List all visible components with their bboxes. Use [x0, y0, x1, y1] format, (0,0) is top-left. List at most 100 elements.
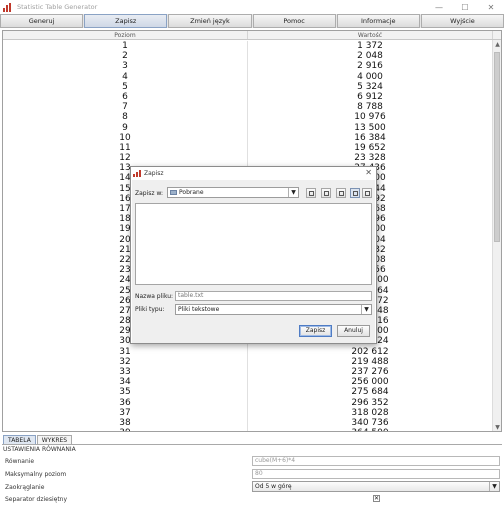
- table-row[interactable]: 9 13 500: [3, 122, 493, 133]
- dialog-close-icon[interactable]: ✕: [365, 168, 372, 177]
- dialog-body: Zapisz w: Pobrane ▼ Nazwa pliku: table.t…: [132, 180, 375, 343]
- details-view-icon: [365, 191, 370, 196]
- file-name-input[interactable]: table.txt: [175, 291, 372, 301]
- cell-level: 8: [3, 112, 248, 123]
- table-row[interactable]: 8 10 976: [3, 112, 493, 123]
- table-row[interactable]: 22 048: [3, 51, 493, 62]
- maximize-button[interactable]: ☐: [452, 0, 478, 14]
- minimize-button[interactable]: —: [426, 0, 452, 14]
- close-button[interactable]: ✕: [478, 0, 504, 14]
- table-row[interactable]: 55 324: [3, 81, 493, 92]
- decimal-separator-checkbox[interactable]: ✕: [373, 495, 380, 502]
- save-menu-button[interactable]: Zapisz: [84, 14, 168, 28]
- scroll-up-icon[interactable]: ▲: [493, 40, 501, 49]
- window-titlebar: Statistic Table Generator — ☐ ✕: [0, 0, 504, 14]
- table-row[interactable]: 38 340 736: [3, 417, 493, 429]
- cell-level: 38: [3, 417, 248, 429]
- cell-level: 5: [3, 81, 248, 92]
- cell-level: 12: [3, 153, 248, 164]
- file-list[interactable]: [135, 203, 372, 285]
- cell-level: 9: [3, 122, 248, 133]
- new-folder-icon: [339, 191, 344, 196]
- cell-value: 340 736: [248, 417, 493, 429]
- chevron-down-icon[interactable]: ▼: [489, 482, 499, 491]
- up-folder-icon: [309, 191, 314, 196]
- home-icon: [324, 191, 329, 196]
- details-view-button[interactable]: [362, 188, 372, 198]
- column-header-value[interactable]: Wartość: [248, 31, 493, 39]
- home-folder-button[interactable]: [321, 188, 331, 198]
- cell-level: 7: [3, 102, 248, 113]
- table-row[interactable]: 66 912: [3, 91, 493, 103]
- list-view-icon: [353, 191, 358, 196]
- cell-value: 364 500: [248, 428, 493, 431]
- table-row[interactable]: 10 16 384: [3, 132, 493, 143]
- scroll-down-icon[interactable]: ▼: [493, 423, 501, 431]
- info-button[interactable]: Informacje: [336, 14, 420, 28]
- menu-bar: Generuj Zapisz Zmień język Pomoc Informa…: [0, 14, 504, 28]
- table-row[interactable]: 35 275 684: [3, 387, 493, 398]
- chevron-down-icon[interactable]: ▼: [361, 305, 371, 314]
- help-button[interactable]: Pomoc: [252, 14, 336, 28]
- table-row[interactable]: 36 296 352: [3, 397, 493, 408]
- cell-value: 275 684: [248, 387, 493, 398]
- look-in-select[interactable]: Pobrane ▼: [167, 187, 299, 198]
- table-row[interactable]: 32 916: [3, 61, 493, 72]
- window-title: Statistic Table Generator: [17, 3, 98, 11]
- equation-label: Równanie: [5, 458, 35, 465]
- cell-level: 2: [3, 51, 248, 62]
- table-row[interactable]: 31 202 612: [3, 346, 493, 357]
- table-row[interactable]: 32 219 488: [3, 356, 493, 367]
- change-language-button[interactable]: Zmień język: [168, 14, 252, 28]
- cancel-button[interactable]: Anuluj: [337, 325, 370, 337]
- cell-level: 3: [3, 61, 248, 72]
- save-button[interactable]: Zapisz: [299, 325, 332, 337]
- equation-input[interactable]: cube(M+6)*4: [252, 456, 500, 466]
- rounding-label: Zaokrąglanie: [5, 484, 45, 491]
- up-folder-button[interactable]: [306, 188, 316, 198]
- generate-button[interactable]: Generuj: [0, 14, 84, 28]
- table-row[interactable]: 11 372: [3, 41, 493, 52]
- cell-level: 31: [3, 346, 248, 357]
- table-vertical-scrollbar[interactable]: ▲ ▼: [492, 40, 501, 431]
- cell-value: 219 488: [248, 356, 493, 367]
- cell-value: 296 352: [248, 397, 493, 408]
- look-in-value: Pobrane: [179, 189, 204, 196]
- table-row[interactable]: 34 256 000: [3, 377, 493, 388]
- cell-level: 34: [3, 377, 248, 388]
- cell-value: 2 916: [248, 61, 493, 72]
- cell-level: 6: [3, 91, 248, 103]
- cell-value: 13 500: [248, 122, 493, 133]
- table-row[interactable]: 39364 500: [3, 428, 493, 431]
- cell-level: 1: [3, 41, 248, 52]
- scrollbar-thumb[interactable]: [494, 52, 500, 242]
- chevron-down-icon[interactable]: ▼: [288, 188, 298, 197]
- file-type-label: Pliki typu:: [135, 306, 165, 313]
- rounding-select-value: Od 5 w górę: [255, 483, 292, 490]
- table-row[interactable]: 12 23 328: [3, 153, 493, 164]
- cell-value: 256 000: [248, 377, 493, 388]
- table-row[interactable]: 78 788: [3, 102, 493, 113]
- cell-value: 4 000: [248, 71, 493, 82]
- column-header-level[interactable]: Poziom: [3, 31, 248, 39]
- cell-level: 11: [3, 142, 248, 154]
- cell-value: 202 612: [248, 346, 493, 357]
- cell-level: 39: [3, 428, 248, 431]
- table-row[interactable]: 37 318 028: [3, 407, 493, 418]
- decimal-separator-label: Separator dziesiętny: [5, 496, 68, 503]
- table-header: Poziom Wartość: [3, 31, 501, 40]
- cell-level: 36: [3, 397, 248, 408]
- table-row[interactable]: 33 237 276: [3, 367, 493, 378]
- cell-level: 37: [3, 407, 248, 418]
- file-type-select[interactable]: Pliki tekstowe ▼: [175, 304, 372, 315]
- dialog-chart-icon: [133, 170, 141, 177]
- cell-value: 318 028: [248, 407, 493, 418]
- file-type-value: Pliki tekstowe: [178, 306, 220, 313]
- rounding-select[interactable]: Od 5 w górę ▼: [252, 481, 500, 492]
- table-row[interactable]: 44 000: [3, 71, 493, 82]
- max-level-input[interactable]: 80: [252, 469, 500, 479]
- exit-button[interactable]: Wyjście: [420, 14, 504, 28]
- table-row[interactable]: 11 19 652: [3, 142, 493, 154]
- list-view-button[interactable]: [350, 188, 360, 198]
- new-folder-button[interactable]: [336, 188, 346, 198]
